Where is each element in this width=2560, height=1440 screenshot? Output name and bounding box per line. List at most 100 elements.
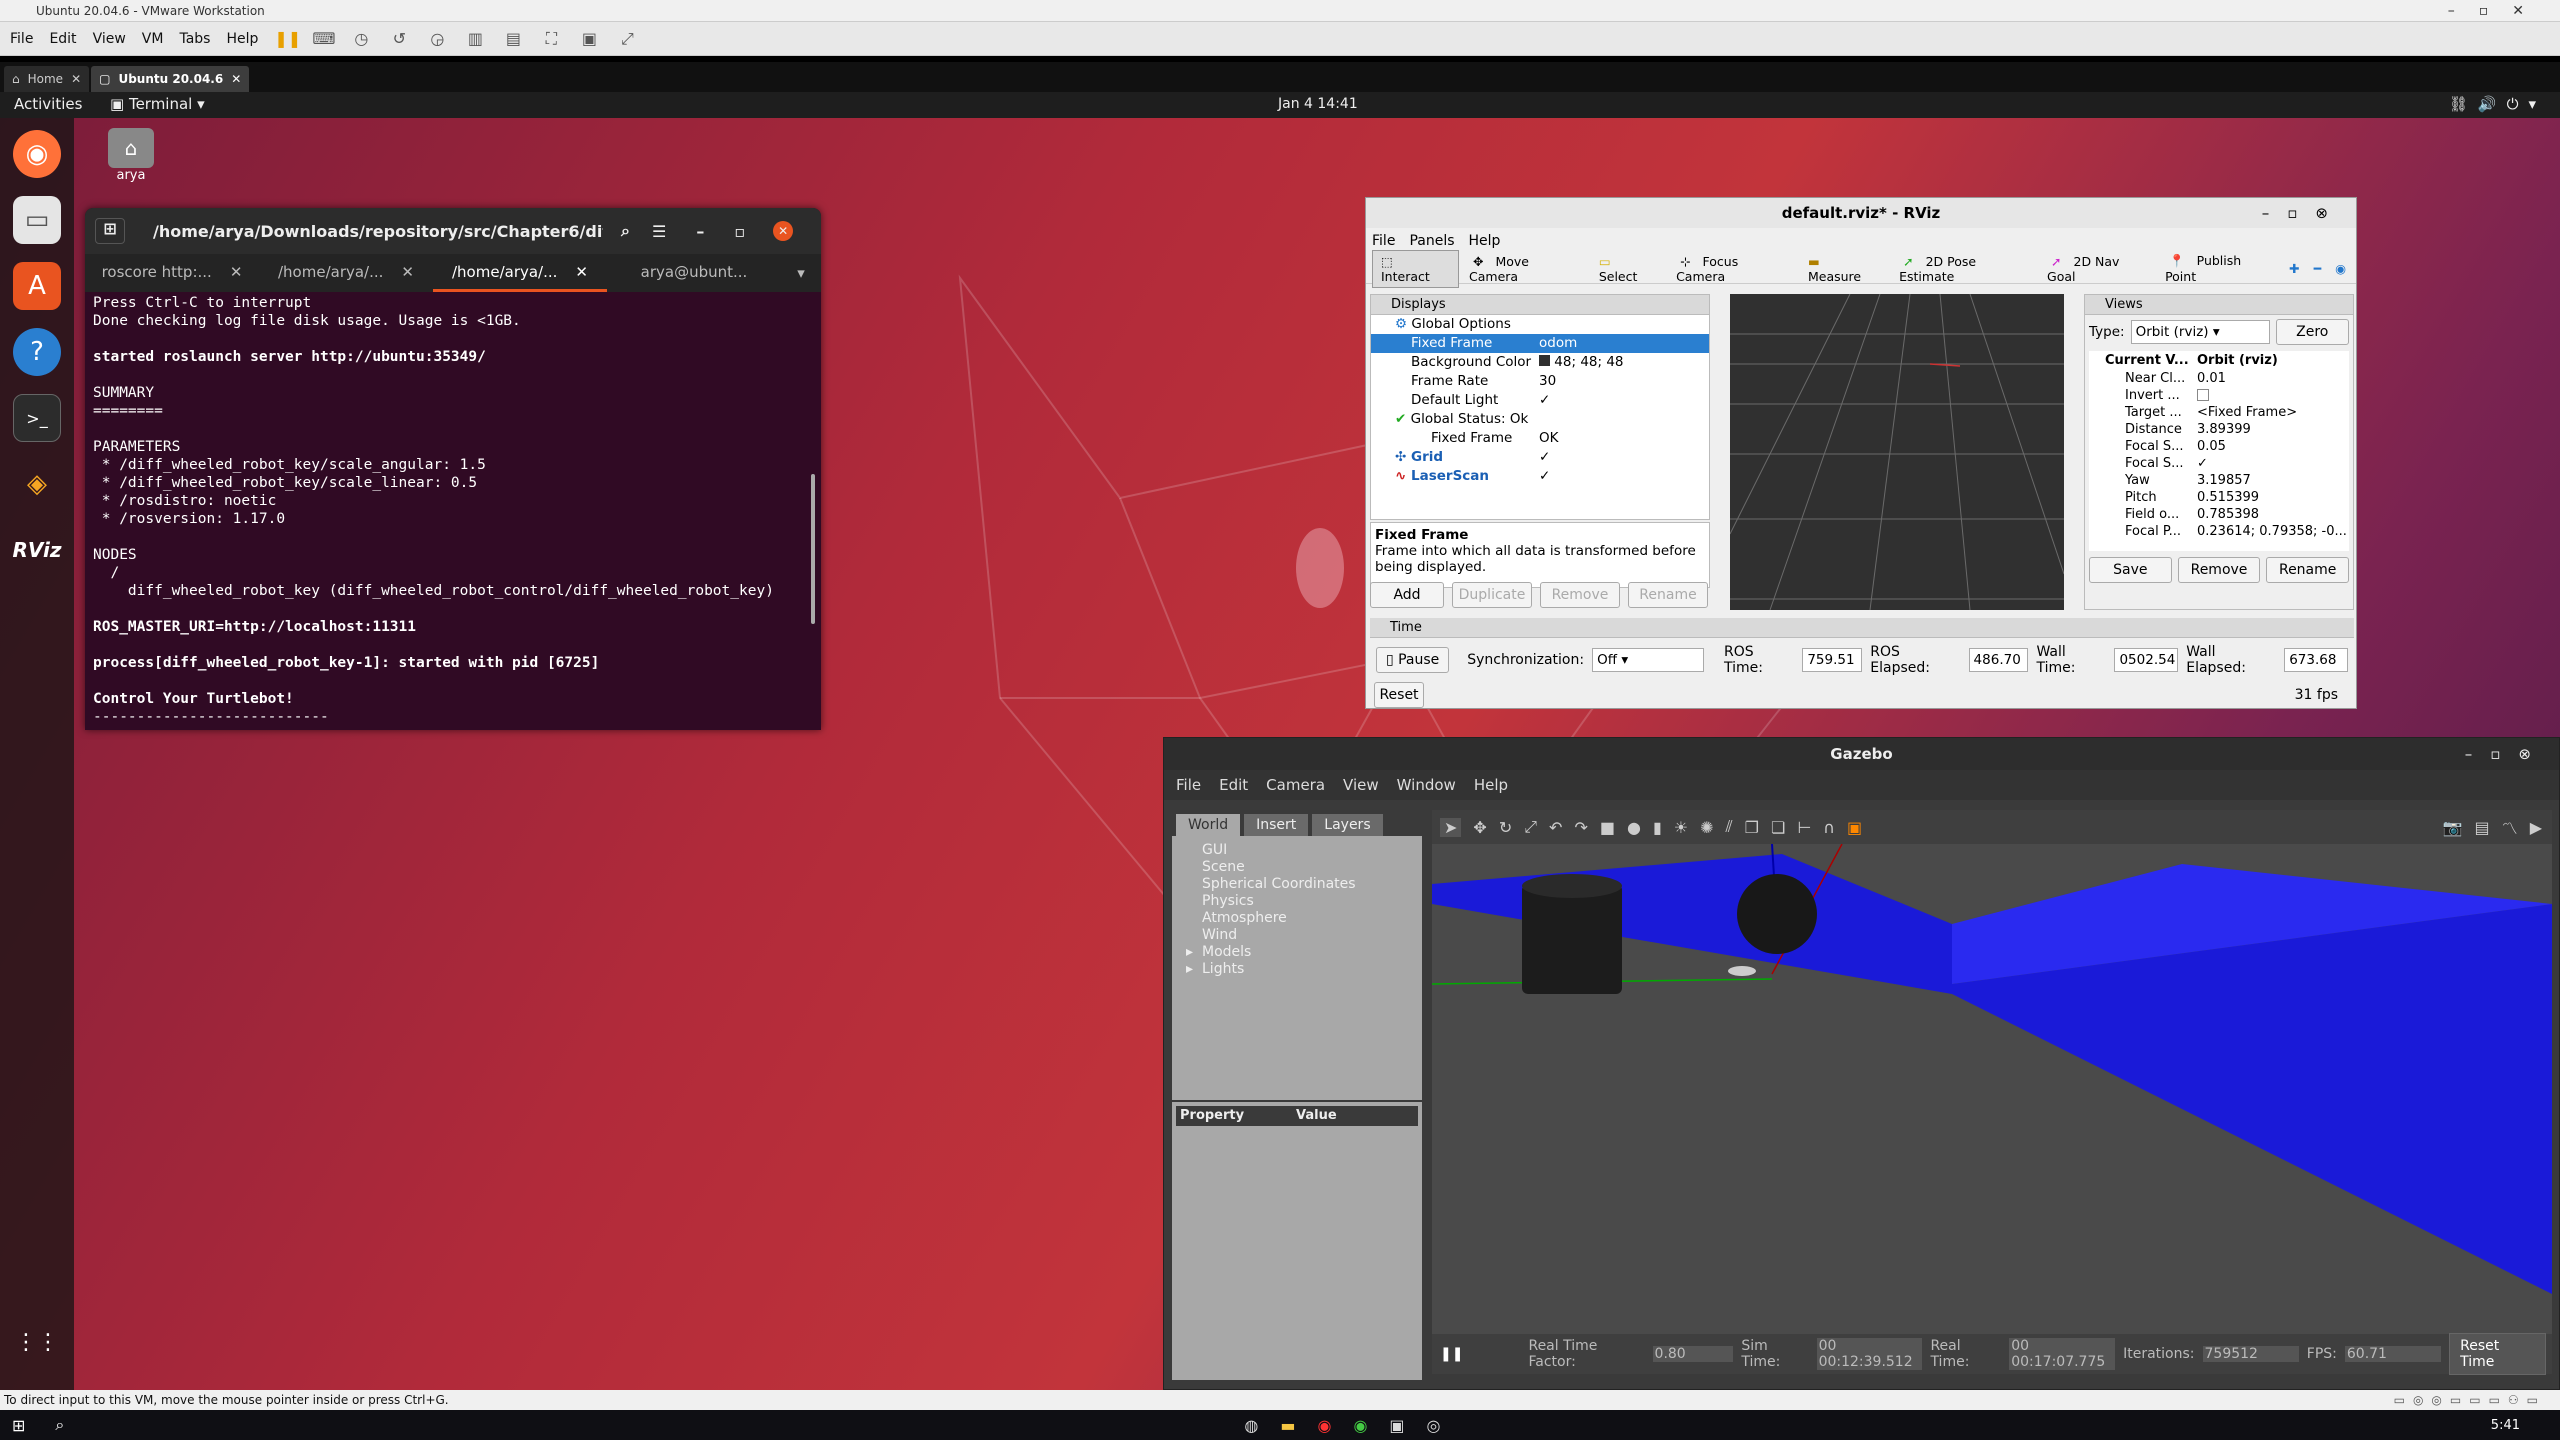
menu-edit[interactable]: Edit — [1219, 776, 1248, 794]
tree-row[interactable]: Current V... Orbit (rviz) — [2089, 351, 2349, 370]
steam-icon[interactable]: ◍ — [1244, 1416, 1258, 1435]
new-tab-icon[interactable]: ⊞ — [95, 218, 125, 244]
rename-button[interactable]: Rename — [2266, 557, 2350, 583]
snapshot-icon[interactable]: ◷ — [350, 28, 372, 50]
tree-item[interactable]: ▸ Lights — [1186, 961, 1422, 978]
gazebo-3d-view[interactable] — [1432, 844, 2552, 1334]
tab-insert[interactable]: Insert — [1244, 814, 1309, 836]
tool-measure[interactable]: ▬ Measure — [1800, 251, 1889, 287]
app-menu[interactable]: ▣ Terminal ▾ — [110, 95, 205, 113]
windows-start-icon[interactable]: ⊞ — [12, 1416, 25, 1435]
files-icon[interactable]: ▭ — [13, 196, 61, 244]
tree-row[interactable]: ✣ Grid ✓ — [1371, 448, 1709, 467]
checkbox[interactable]: ✓ — [1539, 391, 1550, 410]
device-icons[interactable]: ▭◎◎▭▭▭⚇▭ — [2394, 1390, 2546, 1410]
ros-elapsed-field[interactable]: 486.70 — [1968, 648, 2029, 672]
close-icon[interactable]: ✕ — [575, 263, 588, 281]
terminal-tab[interactable]: /home/arya/... ✕ — [259, 254, 433, 292]
tab-home[interactable]: ⌂ Home ✕ — [4, 66, 90, 92]
tree-item[interactable]: Scene — [1202, 859, 1422, 876]
select-mode-icon[interactable]: ➤ — [1440, 817, 1462, 837]
close-icon[interactable]: ✕ — [71, 72, 81, 86]
minimize-icon[interactable]: – — [696, 222, 704, 241]
add-button[interactable]: Add — [1370, 582, 1444, 608]
menu-file[interactable]: File — [10, 31, 33, 47]
menu-file[interactable]: File — [1372, 233, 1395, 249]
terminal-output[interactable]: Press Ctrl-C to interrupt Done checking … — [85, 292, 821, 728]
terminal-tab[interactable]: roscore http:... ✕ — [85, 254, 259, 292]
rviz-3d-view[interactable] — [1730, 294, 2064, 610]
reset-time-button[interactable]: Reset Time — [2449, 1333, 2546, 1375]
cylinder-icon[interactable]: ▮ — [1653, 818, 1662, 837]
tree-row[interactable]: ⚙ Global Options — [1371, 315, 1709, 334]
scrollbar[interactable] — [811, 474, 815, 624]
chrome-icon[interactable]: ◉ — [1317, 1416, 1331, 1435]
tree-row[interactable]: ✔ Global Status: Ok — [1371, 410, 1709, 429]
desktop-home-folder[interactable]: ⌂ arya — [108, 128, 154, 183]
views-tree[interactable]: Current V... Orbit (rviz) Near Cl... 0.01 … — [2089, 351, 2349, 551]
tree-row[interactable]: Default Light ✓ — [1371, 391, 1709, 410]
scale-icon[interactable]: ⤢ — [1524, 817, 1537, 837]
menu-tabs[interactable]: Tabs — [179, 31, 210, 47]
plot-icon[interactable]: 〽 — [2502, 815, 2518, 839]
video-icon[interactable]: ▶ — [2530, 818, 2542, 837]
tree-row[interactable]: Distance 3.89399 — [2089, 421, 2349, 438]
menu-file[interactable]: File — [1176, 776, 1201, 794]
paste-icon[interactable]: ❏ — [1771, 818, 1785, 837]
close-icon[interactable]: ✕ — [773, 221, 794, 241]
menu-view[interactable]: View — [1343, 776, 1379, 794]
window-controls[interactable]: –▫⊗ — [2465, 738, 2549, 770]
menu-help[interactable]: Help — [1474, 776, 1508, 794]
displays-tree[interactable]: ⚙ Global Options Fixed Frame odom Backgro… — [1371, 315, 1709, 486]
tree-row[interactable]: Field o... 0.785398 — [2089, 506, 2349, 523]
window-controls[interactable]: –▫⊗ — [2262, 198, 2346, 228]
search-icon[interactable]: ⌕ — [55, 1415, 64, 1435]
tree-item[interactable]: Wind — [1202, 927, 1422, 944]
tree-row[interactable]: Focal S... ✓ — [2089, 455, 2349, 472]
tab-layers[interactable]: Layers — [1312, 814, 1383, 836]
tree-item[interactable]: Physics — [1202, 893, 1422, 910]
explorer-icon[interactable]: ▬ — [1280, 1416, 1295, 1435]
tree-row[interactable]: Focal P... 0.23614; 0.79358; -0... — [2089, 523, 2349, 540]
rename-button[interactable]: Rename — [1628, 582, 1708, 608]
tool-select[interactable]: ▭ Select — [1591, 251, 1666, 287]
tree-row[interactable]: Pitch 0.515399 — [2089, 489, 2349, 506]
tree-row[interactable]: Invert ... — [2089, 387, 2349, 404]
menu-vm[interactable]: VM — [142, 31, 164, 47]
chrome-alt-icon[interactable]: ◉ — [1353, 1416, 1367, 1435]
rotate-icon[interactable]: ↻ — [1499, 818, 1512, 837]
checkbox[interactable] — [2197, 389, 2209, 401]
menu-camera[interactable]: Camera — [1266, 776, 1325, 794]
snap-icon[interactable]: ∩ — [1823, 818, 1835, 837]
box-icon[interactable]: ■ — [1600, 818, 1615, 837]
world-tree[interactable]: GUI Scene Spherical Coordinates Physics … — [1172, 836, 1422, 978]
tool-publish-point[interactable]: 📍 Publish Point — [2161, 250, 2279, 287]
wall-elapsed-field[interactable]: 673.68 — [2284, 648, 2348, 672]
menu-help[interactable]: Help — [1469, 233, 1501, 249]
terminal-icon[interactable]: >_ — [13, 394, 61, 442]
tree-row[interactable]: Background Color 48; 48; 48 — [1371, 353, 1709, 372]
vmware-icon[interactable]: ▣ — [1389, 1416, 1404, 1435]
redo-icon[interactable]: ↷ — [1574, 818, 1587, 837]
undo-icon[interactable]: ↶ — [1549, 818, 1562, 837]
add-tool-icon[interactable]: ✚ — [2285, 258, 2303, 279]
duplicate-button[interactable]: Duplicate — [1452, 582, 1532, 608]
pause-button[interactable]: ▯ Pause — [1376, 647, 1450, 673]
point-light-icon[interactable]: ☀ — [1674, 818, 1688, 837]
close-icon[interactable]: ✕ — [401, 263, 414, 281]
taskbar-clock[interactable]: 5:41 — [2491, 1418, 2520, 1433]
play-pause-icon[interactable]: ❚❚ — [1440, 1346, 1478, 1362]
checkbox[interactable]: ✓ — [1539, 467, 1550, 486]
stretch-icon[interactable]: ⤢ — [616, 28, 638, 50]
remove-button[interactable]: Remove — [2177, 557, 2261, 583]
help-icon[interactable]: ? — [13, 328, 61, 376]
tool-focus-camera[interactable]: ⊹ Focus Camera — [1672, 251, 1794, 287]
manage-snapshots-icon[interactable]: ◶ — [426, 28, 448, 50]
tool-interact[interactable]: ⬚ Interact — [1372, 249, 1459, 288]
clock[interactable]: Jan 4 14:41 — [1278, 96, 1358, 112]
software-icon[interactable]: A — [13, 262, 61, 310]
fullscreen-icon[interactable]: ⛶ — [540, 28, 562, 50]
menu-window[interactable]: Window — [1397, 776, 1456, 794]
log-icon[interactable]: ▤ — [2475, 818, 2490, 837]
menu-help[interactable]: Help — [226, 31, 258, 47]
